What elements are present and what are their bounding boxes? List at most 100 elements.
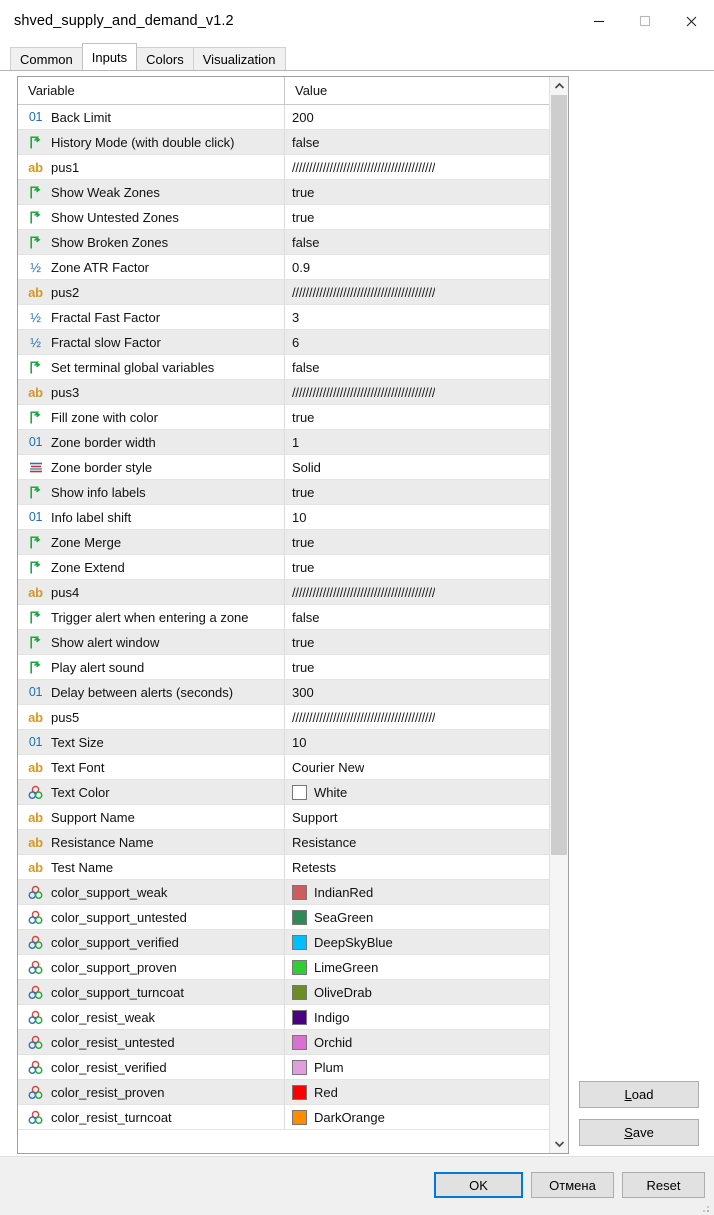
- table-row[interactable]: color_support_turncoat OliveDrab: [18, 980, 549, 1005]
- table-row[interactable]: ab pus5 //////////////////////////////////…: [18, 705, 549, 730]
- table-row[interactable]: Play alert sound true: [18, 655, 549, 680]
- maximize-button[interactable]: [622, 0, 668, 42]
- table-row[interactable]: ab Text Font Courier New: [18, 755, 549, 780]
- table-row[interactable]: color_support_untested SeaGreen: [18, 905, 549, 930]
- table-row[interactable]: ½ Fractal slow Factor 6: [18, 330, 549, 355]
- value-cell[interactable]: Retests: [285, 855, 549, 879]
- value-cell[interactable]: true: [285, 205, 549, 229]
- tab-inputs[interactable]: Inputs: [81, 43, 138, 70]
- cancel-button[interactable]: Отмена: [531, 1172, 614, 1198]
- value-cell[interactable]: 10: [285, 730, 549, 754]
- value-cell[interactable]: false: [285, 130, 549, 154]
- table-row[interactable]: ½ Zone ATR Factor 0.9: [18, 255, 549, 280]
- value-cell[interactable]: true: [285, 655, 549, 679]
- value-cell[interactable]: 1: [285, 430, 549, 454]
- minimize-button[interactable]: [576, 0, 622, 42]
- value-cell[interactable]: Indigo: [285, 1005, 549, 1029]
- table-row[interactable]: 01 Delay between alerts (seconds) 300: [18, 680, 549, 705]
- value-cell[interactable]: Solid: [285, 455, 549, 479]
- table-row[interactable]: color_resist_weak Indigo: [18, 1005, 549, 1030]
- table-row[interactable]: Text Color White: [18, 780, 549, 805]
- table-row[interactable]: 01 Text Size 10: [18, 730, 549, 755]
- value-cell[interactable]: true: [285, 480, 549, 504]
- value-cell[interactable]: ////////////////////////////////////////…: [285, 380, 549, 404]
- value-cell[interactable]: false: [285, 605, 549, 629]
- tab-visualization[interactable]: Visualization: [192, 47, 286, 70]
- table-row[interactable]: History Mode (with double click) false: [18, 130, 549, 155]
- table-row[interactable]: ab pus4 //////////////////////////////////…: [18, 580, 549, 605]
- scrollbar-track[interactable]: [550, 95, 568, 1135]
- value-cell[interactable]: true: [285, 555, 549, 579]
- tab-common[interactable]: Common: [10, 47, 83, 70]
- value-cell[interactable]: SeaGreen: [285, 905, 549, 929]
- table-row[interactable]: ab Resistance Name Resistance: [18, 830, 549, 855]
- tab-colors[interactable]: Colors: [136, 47, 194, 70]
- reset-button[interactable]: Reset: [622, 1172, 705, 1198]
- ok-button[interactable]: OK: [434, 1172, 523, 1198]
- resize-grip-icon[interactable]: [699, 1201, 711, 1213]
- value-cell[interactable]: DeepSkyBlue: [285, 930, 549, 954]
- table-row[interactable]: color_support_verified DeepSkyBlue: [18, 930, 549, 955]
- table-row[interactable]: Zone Merge true: [18, 530, 549, 555]
- value-cell[interactable]: LimeGreen: [285, 955, 549, 979]
- value-cell[interactable]: White: [285, 780, 549, 804]
- value-cell[interactable]: 10: [285, 505, 549, 529]
- value-cell[interactable]: true: [285, 405, 549, 429]
- close-button[interactable]: [668, 0, 714, 42]
- table-row[interactable]: Trigger alert when entering a zone false: [18, 605, 549, 630]
- table-row[interactable]: color_resist_untested Orchid: [18, 1030, 549, 1055]
- value-cell[interactable]: true: [285, 630, 549, 654]
- value-cell[interactable]: false: [285, 355, 549, 379]
- table-row[interactable]: ab pus1 //////////////////////////////////…: [18, 155, 549, 180]
- table-row[interactable]: Show Weak Zones true: [18, 180, 549, 205]
- table-row[interactable]: Set terminal global variables false: [18, 355, 549, 380]
- table-row[interactable]: 01 Zone border width 1: [18, 430, 549, 455]
- value-cell[interactable]: 3: [285, 305, 549, 329]
- value-cell[interactable]: Resistance: [285, 830, 549, 854]
- table-row[interactable]: Zone border style Solid: [18, 455, 549, 480]
- table-row[interactable]: ½ Fractal Fast Factor 3: [18, 305, 549, 330]
- table-row[interactable]: 01 Info label shift 10: [18, 505, 549, 530]
- table-row[interactable]: ab pus2 //////////////////////////////////…: [18, 280, 549, 305]
- value-cell[interactable]: 0.9: [285, 255, 549, 279]
- save-button[interactable]: Save: [579, 1119, 699, 1146]
- table-row[interactable]: color_resist_proven Red: [18, 1080, 549, 1105]
- scroll-up-button[interactable]: [550, 77, 568, 95]
- value-cell[interactable]: true: [285, 530, 549, 554]
- scroll-down-button[interactable]: [550, 1135, 568, 1153]
- table-row[interactable]: Show Broken Zones false: [18, 230, 549, 255]
- value-cell[interactable]: IndianRed: [285, 880, 549, 904]
- value-cell[interactable]: DarkOrange: [285, 1105, 549, 1129]
- value-cell[interactable]: Plum: [285, 1055, 549, 1079]
- value-cell[interactable]: 200: [285, 105, 549, 129]
- table-row[interactable]: ab pus3 //////////////////////////////////…: [18, 380, 549, 405]
- value-cell[interactable]: Orchid: [285, 1030, 549, 1054]
- value-cell[interactable]: 300: [285, 680, 549, 704]
- table-row[interactable]: color_resist_verified Plum: [18, 1055, 549, 1080]
- table-row[interactable]: ab Support Name Support: [18, 805, 549, 830]
- value-cell[interactable]: ////////////////////////////////////////…: [285, 580, 549, 604]
- value-cell[interactable]: ////////////////////////////////////////…: [285, 705, 549, 729]
- value-cell[interactable]: Courier New: [285, 755, 549, 779]
- table-row[interactable]: color_support_proven LimeGreen: [18, 955, 549, 980]
- value-cell[interactable]: ////////////////////////////////////////…: [285, 280, 549, 304]
- value-cell[interactable]: 6: [285, 330, 549, 354]
- value-cell[interactable]: Support: [285, 805, 549, 829]
- table-row[interactable]: color_resist_turncoat DarkOrange: [18, 1105, 549, 1130]
- table-row[interactable]: color_support_weak IndianRed: [18, 880, 549, 905]
- value-cell[interactable]: true: [285, 180, 549, 204]
- scrollbar-thumb[interactable]: [551, 95, 567, 855]
- load-button[interactable]: Load: [579, 1081, 699, 1108]
- table-row[interactable]: ab Test Name Retests: [18, 855, 549, 880]
- table-row[interactable]: Show info labels true: [18, 480, 549, 505]
- value-cell[interactable]: ////////////////////////////////////////…: [285, 155, 549, 179]
- grid-vertical-scrollbar[interactable]: [549, 77, 568, 1153]
- table-row[interactable]: Zone Extend true: [18, 555, 549, 580]
- value-cell[interactable]: Red: [285, 1080, 549, 1104]
- table-row[interactable]: Fill zone with color true: [18, 405, 549, 430]
- table-row[interactable]: 01 Back Limit 200: [18, 105, 549, 130]
- table-row[interactable]: Show alert window true: [18, 630, 549, 655]
- table-row[interactable]: Show Untested Zones true: [18, 205, 549, 230]
- value-cell[interactable]: OliveDrab: [285, 980, 549, 1004]
- value-cell[interactable]: false: [285, 230, 549, 254]
